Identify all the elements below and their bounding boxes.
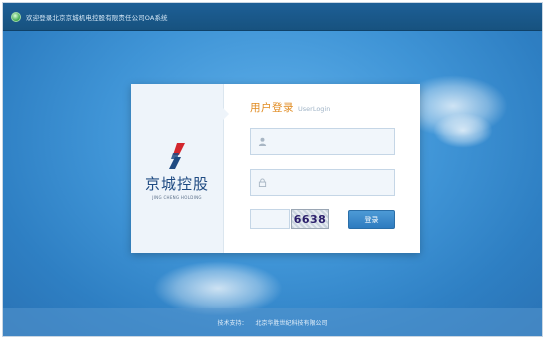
username-input[interactable] (267, 129, 394, 154)
password-input[interactable] (267, 170, 394, 195)
login-page: 欢迎登录北京京城机电控股有限责任公司OA系统 京城控股 JING CHENG H… (2, 2, 543, 337)
support-company: 北京华胜世纪科技有限公司 (255, 319, 328, 327)
user-icon (258, 137, 267, 146)
form-title: 用户登录 UserLogin (250, 100, 420, 115)
top-bar: 欢迎登录北京京城机电控股有限责任公司OA系统 (3, 3, 542, 31)
login-card: 京城控股 JING CHENG HOLDING 用户登录 UserLogin 6… (131, 84, 420, 253)
company-logo-icon (169, 143, 185, 169)
login-button[interactable]: 登录 (348, 210, 395, 229)
username-field[interactable] (250, 128, 395, 155)
form-title-en: UserLogin (298, 105, 331, 113)
captcha-input[interactable] (251, 211, 289, 230)
captcha-image[interactable]: 6638 (291, 209, 329, 229)
lock-icon (258, 178, 267, 187)
form-title-cn: 用户登录 (250, 102, 294, 114)
brand-name-en: JING CHENG HOLDING (152, 195, 202, 200)
cloud-decoration (433, 113, 493, 148)
captcha-field[interactable] (250, 209, 290, 230)
brand-name-cn: 京城控股 (144, 175, 209, 193)
green-dot-icon (11, 11, 21, 22)
support-label: 技术支持： (217, 319, 248, 327)
brand-panel: 京城控股 JING CHENG HOLDING (131, 84, 229, 253)
welcome-text: 欢迎登录北京京城机电控股有限责任公司OA系统 (26, 13, 168, 22)
password-field[interactable] (250, 169, 395, 196)
footer: 技术支持： 北京华胜世纪科技有限公司 (3, 308, 542, 336)
login-form: 用户登录 UserLogin 6638 登录 (224, 84, 420, 253)
